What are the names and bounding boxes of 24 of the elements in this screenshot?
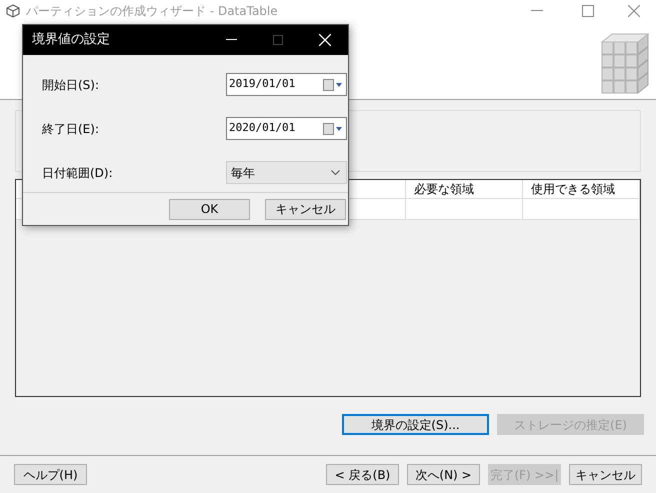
field-label: 日付範囲(D): <box>42 164 113 182</box>
column-header: 使用できる領域 <box>523 180 640 198</box>
footer-button[interactable]: 次へ(N) > <box>407 464 480 485</box>
dialog-button[interactable]: OK <box>169 198 250 220</box>
date-picker[interactable]: 2019/01/01 <box>226 73 347 96</box>
chevron-down-icon <box>331 170 340 175</box>
dialog-button[interactable]: キャンセル <box>265 198 346 220</box>
app-icon <box>6 4 20 18</box>
action-button[interactable]: 境界の設定(S)... <box>342 414 489 435</box>
calendar-dropdown-icon[interactable] <box>323 122 343 134</box>
maximize-icon[interactable] <box>582 5 594 17</box>
minimize-icon[interactable] <box>226 39 237 41</box>
footer-button[interactable]: < 戻る(B) <box>326 464 399 485</box>
field-label: 終了日(E): <box>42 120 99 138</box>
date-picker[interactable]: 2020/01/01 <box>226 117 347 140</box>
maximize-icon <box>273 35 283 45</box>
column-header: 必要な領域 <box>406 180 523 198</box>
footer-button[interactable]: ヘルプ(H) <box>14 464 87 485</box>
footer-button[interactable]: キャンセル <box>569 464 642 485</box>
dialog-title: 境界値の設定 <box>32 31 110 50</box>
window-title: パーティションの作成ウィザード - DataTable <box>26 3 278 20</box>
dropdown-field[interactable]: 毎年 <box>226 161 347 184</box>
calendar-dropdown-icon[interactable] <box>323 78 343 90</box>
field-label: 開始日(S): <box>42 76 100 94</box>
